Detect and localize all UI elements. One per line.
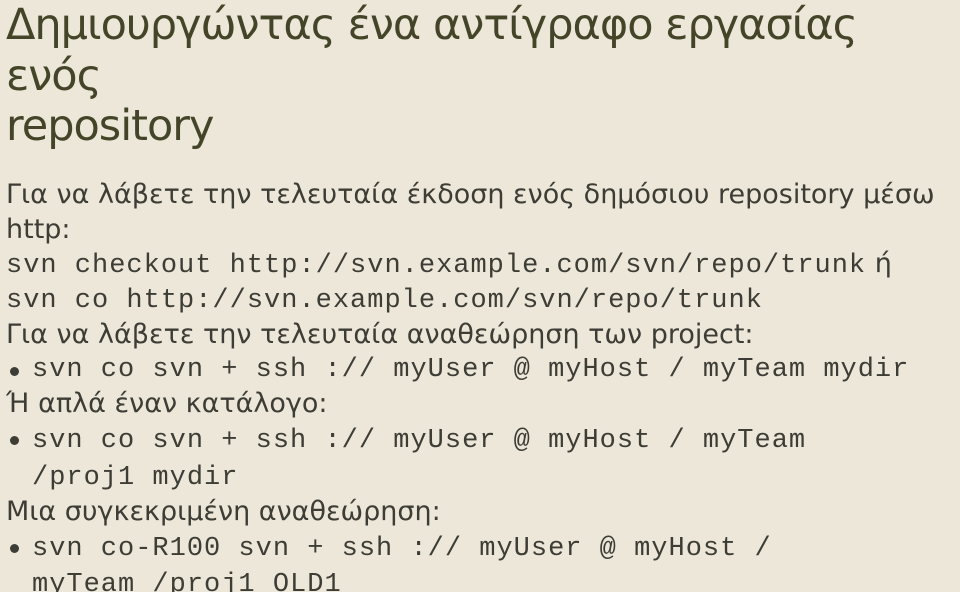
slide-body: Για να λάβετε την τελευταία έκδοση ενός …	[6, 178, 950, 592]
title-line-1: Δημιουργώντας ένα αντίγραφο εργασίας ενό…	[6, 0, 857, 101]
intro-line-1: Για να λάβετε την τελευταία έκδοση ενός …	[6, 179, 935, 210]
command-checkout-long: svn checkout http://svn.example.com/svn/…	[6, 247, 950, 284]
intro-text: Για να λάβετε την τελευταία έκδοση ενός …	[6, 178, 950, 247]
slide: Δημιουργώντας ένα αντίγραφο εργασίας ενό…	[0, 0, 960, 592]
cmd-checkout-long: svn checkout http://svn.example.com/svn/…	[6, 251, 866, 281]
specific-revision-label: Μια συγκεκριμένη αναθεώρηση:	[6, 495, 950, 530]
or-word: ή	[866, 248, 892, 279]
cmd4-line2: /proj1 mydir	[32, 463, 238, 493]
latest-revision-label: Για να λάβετε την τελευταία αναθεώρηση τ…	[6, 318, 950, 353]
slide-title: Δημιουργώντας ένα αντίγραφο εργασίας ενό…	[6, 0, 950, 152]
intro-line-2: http:	[6, 214, 71, 245]
cmd5-line1: svn co-R100 svn + ssh :// myUser @ myHos…	[32, 534, 772, 564]
cmd4-line1: svn co svn + ssh :// myUser @ myHost / m…	[32, 426, 806, 456]
just-directory-label: Ή απλά έναν κατάλογο:	[6, 387, 950, 422]
command-checkout-short: svn co http://svn.example.com/svn/repo/t…	[6, 284, 950, 319]
command-co-svn-ssh-team: svn co svn + ssh :// myUser @ myHost / m…	[6, 353, 950, 388]
cmd5-line2: myTeam /proj1 OLD1	[32, 570, 342, 592]
title-line-2: repository	[6, 101, 213, 151]
command-co-directory: svn co svn + ssh :// myUser @ myHost / m…	[6, 422, 950, 495]
command-co-specific-revision: svn co-R100 svn + ssh :// myUser @ myHos…	[6, 530, 950, 592]
